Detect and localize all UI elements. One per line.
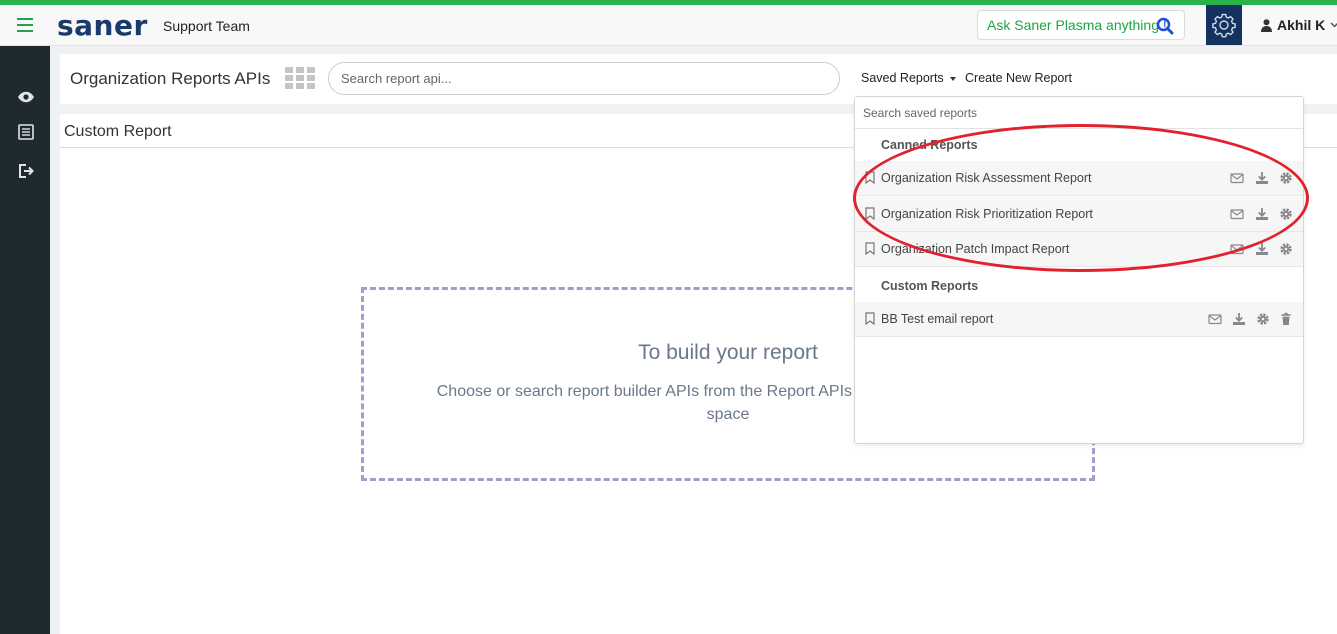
- chevron-down-icon: [1330, 22, 1337, 28]
- team-name: Support Team: [163, 18, 250, 34]
- delete-icon[interactable]: [1279, 312, 1293, 326]
- saved-report-name: BB Test email report: [881, 312, 994, 326]
- caret-down-icon: [949, 76, 956, 81]
- settings-icon[interactable]: [1279, 242, 1293, 256]
- bookmark-icon: [865, 242, 875, 255]
- settings-icon[interactable]: [1279, 171, 1293, 185]
- saved-reports-search-input[interactable]: [855, 97, 1303, 129]
- eye-icon[interactable]: [17, 88, 35, 106]
- ask-plasma-button[interactable]: Ask Saner Plasma anything !: [977, 10, 1185, 40]
- report-list-icon[interactable]: [17, 123, 35, 141]
- user-name: Akhil K: [1277, 17, 1326, 33]
- saved-report-item[interactable]: Organization Risk Prioritization Report: [855, 197, 1303, 232]
- report-api-search-input[interactable]: [328, 62, 840, 95]
- canned-reports-heading: Canned Reports: [881, 138, 978, 152]
- saved-report-name: Organization Risk Prioritization Report: [881, 207, 1093, 221]
- saved-report-item[interactable]: Organization Patch Impact Report: [855, 232, 1303, 267]
- ask-plasma-text: Ask Saner Plasma anything: [987, 17, 1159, 33]
- person-icon: [1261, 18, 1272, 32]
- search-icon: [1156, 17, 1174, 35]
- saved-report-item[interactable]: Organization Risk Assessment Report: [855, 161, 1303, 196]
- bookmark-icon: [865, 312, 875, 325]
- grid-icon[interactable]: [285, 67, 315, 89]
- saved-reports-dropdown-toggle[interactable]: Saved Reports: [861, 71, 956, 85]
- email-icon[interactable]: [1230, 171, 1244, 185]
- download-icon[interactable]: [1232, 312, 1246, 326]
- page-title: Organization Reports APIs: [70, 69, 271, 88]
- ask-plasma-label: Ask Saner Plasma anything !: [987, 17, 1167, 33]
- settings-icon[interactable]: [1256, 312, 1270, 326]
- saved-reports-menu: Canned Reports Organization Risk Assessm…: [854, 96, 1304, 444]
- settings-button[interactable]: [1206, 5, 1242, 45]
- custom-report-title: Custom Report: [64, 123, 172, 140]
- settings-icon[interactable]: [1279, 207, 1293, 221]
- saved-report-name: Organization Patch Impact Report: [881, 242, 1070, 256]
- bookmark-icon: [865, 171, 875, 184]
- bookmark-icon: [865, 207, 875, 220]
- email-icon[interactable]: [1230, 207, 1244, 221]
- download-icon[interactable]: [1255, 207, 1269, 221]
- saved-report-name: Organization Risk Assessment Report: [881, 171, 1092, 185]
- saved-reports-label: Saved Reports: [861, 71, 944, 85]
- saved-report-item[interactable]: BB Test email report: [855, 302, 1303, 337]
- sidebar: [0, 46, 50, 634]
- create-new-report-link[interactable]: Create New Report: [965, 71, 1072, 85]
- hamburger-icon[interactable]: [17, 18, 33, 32]
- user-menu[interactable]: Akhil K: [1261, 17, 1337, 33]
- download-icon[interactable]: [1255, 171, 1269, 185]
- download-icon[interactable]: [1255, 242, 1269, 256]
- email-icon[interactable]: [1208, 312, 1222, 326]
- email-icon[interactable]: [1230, 242, 1244, 256]
- gear-icon: [1212, 13, 1236, 38]
- saner-logo[interactable]: saner: [57, 9, 148, 42]
- app-header: saner Support Team Ask Saner Plasma anyt…: [0, 5, 1337, 46]
- logout-icon[interactable]: [17, 162, 35, 180]
- custom-reports-heading: Custom Reports: [881, 279, 979, 293]
